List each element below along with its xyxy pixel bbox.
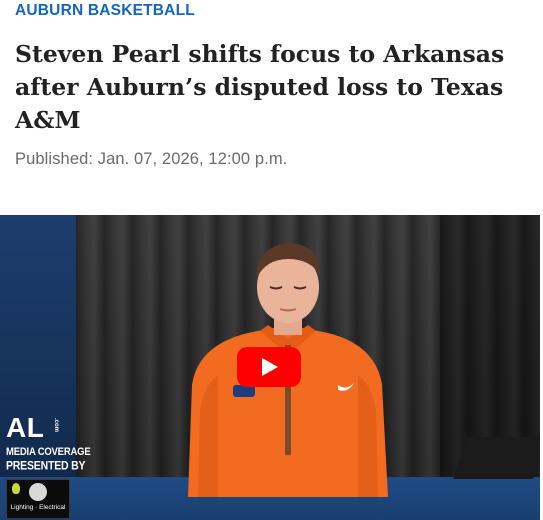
- section-link[interactable]: AUBURN BASKETBALL: [15, 2, 195, 20]
- al-logo: AL: [6, 412, 45, 443]
- video-player[interactable]: AL .com MEDIA COVERAGE PRESENTED BY Ligh…: [0, 215, 540, 520]
- play-icon: [262, 358, 278, 376]
- presented-by-label: PRESENTED BY: [6, 459, 86, 473]
- sponsor-name: Lighting · Electrical: [10, 504, 66, 511]
- media-coverage-label: MEDIA COVERAGE: [6, 446, 91, 459]
- sponsor-flame-icon: [12, 483, 20, 494]
- video-overlay-panel: [0, 215, 76, 520]
- play-button[interactable]: [237, 347, 301, 387]
- video-table: [453, 437, 540, 479]
- article: AUBURN BASKETBALL Steven Pearl shifts fo…: [0, 0, 543, 520]
- article-headline: Steven Pearl shifts focus to Arkansas af…: [15, 40, 505, 134]
- al-logo-suffix: .com: [53, 418, 59, 433]
- sponsor-logo: Lighting · Electrical: [6, 479, 70, 519]
- published-date: Published: Jan. 07, 2026, 12:00 p.m.: [15, 150, 288, 168]
- sponsor-mark: [29, 483, 47, 501]
